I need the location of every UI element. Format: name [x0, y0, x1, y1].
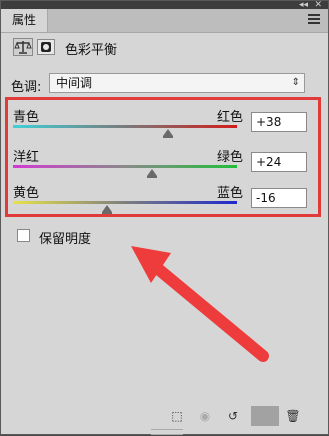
resize-grip[interactable]	[151, 429, 183, 435]
visibility-eye-icon[interactable]: ◉	[197, 409, 213, 423]
trash-icon[interactable]: 🗑	[285, 409, 301, 423]
reset-icon[interactable]: ↺	[225, 409, 241, 423]
clip-to-layer-icon[interactable]: ⬚	[169, 409, 185, 423]
properties-panel: ◂◂ ✕ 属性 色彩平衡 色调: 中间调 ⇕ 青色 红色 +38 洋红 绿色 +24 黄色蓝…	[0, 0, 329, 435]
toggle-layer-visibility-icon[interactable]	[251, 406, 279, 426]
panel-bottom-bar: ⬚ ◉ ↺ 🗑	[1, 403, 328, 429]
red-arrow-annotation	[131, 246, 269, 362]
